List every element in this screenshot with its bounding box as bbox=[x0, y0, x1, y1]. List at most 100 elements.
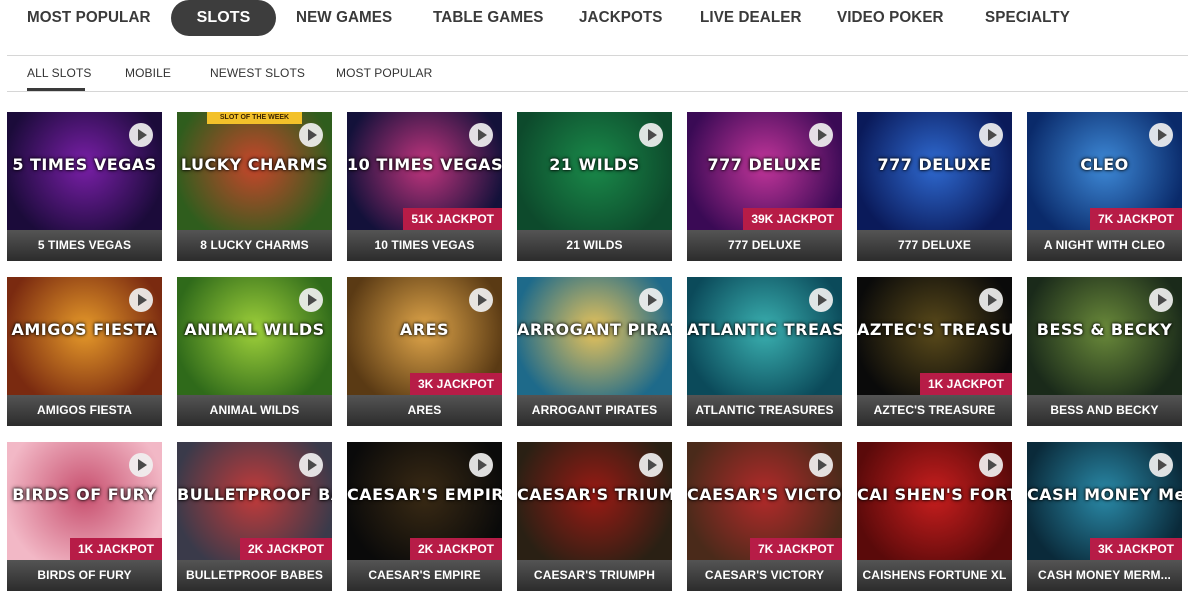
game-thumbnail[interactable]: 21 WILDS bbox=[517, 112, 672, 230]
game-tile[interactable]: CAESAR'S TRIUMPH CAESAR'S TRIUMPH bbox=[517, 442, 672, 591]
game-tile[interactable]: CASH MONEY Mermaids 3K JACKPOTCASH MONEY … bbox=[1027, 442, 1182, 591]
game-tile[interactable]: AZTEC'S TREASURE1K JACKPOTAZTEC'S TREASU… bbox=[857, 277, 1012, 426]
game-thumbnail[interactable]: AZTEC'S TREASURE 1K JACKPOT bbox=[857, 277, 1012, 395]
game-thumbnail[interactable]: 777 DELUXE 39K JACKPOT bbox=[687, 112, 842, 230]
game-tile[interactable]: 777 DELUXE 39K JACKPOT 777 DELUXE bbox=[687, 112, 842, 261]
subtab-newest-slots[interactable]: NEWEST SLOTS bbox=[210, 66, 305, 80]
game-thumbnail[interactable]: BESS & BECKY bbox=[1027, 277, 1182, 395]
tab-new-games[interactable]: NEW GAMES bbox=[296, 0, 392, 36]
game-title[interactable]: ANIMAL WILDS bbox=[177, 395, 332, 426]
game-logo-art: AMIGOS FIESTA bbox=[11, 320, 158, 339]
game-title[interactable]: BESS AND BECKY bbox=[1027, 395, 1182, 426]
game-thumbnail[interactable]: 5 TIMES VEGAS bbox=[7, 112, 162, 230]
game-title[interactable]: BULLETPROOF BABES bbox=[177, 560, 332, 591]
game-title[interactable]: BIRDS OF FURY bbox=[7, 560, 162, 591]
game-thumbnail[interactable]: ANIMAL WILDS bbox=[177, 277, 332, 395]
game-thumbnail[interactable]: BIRDS OF FURY 1K JACKPOT bbox=[7, 442, 162, 560]
game-thumbnail[interactable]: CAESAR'S TRIUMPH bbox=[517, 442, 672, 560]
game-tile[interactable]: 777 DELUXE 777 DELUXE bbox=[857, 112, 1012, 261]
game-thumbnail[interactable]: CAESAR'S EMPIRE 2K JACKPOT bbox=[347, 442, 502, 560]
game-title[interactable]: 777 DELUXE bbox=[687, 230, 842, 261]
tab-video-poker[interactable]: VIDEO POKER bbox=[837, 0, 944, 36]
play-icon[interactable] bbox=[639, 453, 663, 477]
game-thumbnail[interactable]: ARROGANT PIRATES bbox=[517, 277, 672, 395]
play-icon[interactable] bbox=[1149, 123, 1173, 147]
game-tile[interactable]: ANIMAL WILDS ANIMAL WILDS bbox=[177, 277, 332, 426]
play-icon[interactable] bbox=[809, 288, 833, 312]
game-title[interactable]: 21 WILDS bbox=[517, 230, 672, 261]
game-title[interactable]: ATLANTIC TREASURES bbox=[687, 395, 842, 426]
game-tile[interactable]: CLEO 7K JACKPOT A NIGHT WITH CLEO bbox=[1027, 112, 1182, 261]
play-icon[interactable] bbox=[129, 453, 153, 477]
play-icon[interactable] bbox=[469, 288, 493, 312]
play-icon[interactable] bbox=[979, 288, 1003, 312]
play-icon[interactable] bbox=[1149, 453, 1173, 477]
game-thumbnail[interactable]: ARES 3K JACKPOT bbox=[347, 277, 502, 395]
game-thumbnail[interactable]: LUCKY CHARMS SLOT OF THE WEEK bbox=[177, 112, 332, 230]
game-tile[interactable]: ARES 3K JACKPOT ARES bbox=[347, 277, 502, 426]
tab-jackpots[interactable]: JACKPOTS bbox=[579, 0, 663, 36]
game-tile[interactable]: LUCKY CHARMS SLOT OF THE WEEK 8 LUCKY CHAR… bbox=[177, 112, 332, 261]
game-tile[interactable]: 21 WILDS 21 WILDS bbox=[517, 112, 672, 261]
play-icon[interactable] bbox=[1149, 288, 1173, 312]
game-title[interactable]: CAESAR'S VICTORY bbox=[687, 560, 842, 591]
game-thumbnail[interactable]: ATLANTIC TREASURES bbox=[687, 277, 842, 395]
play-icon[interactable] bbox=[979, 453, 1003, 477]
tab-most-popular[interactable]: MOST POPULAR bbox=[27, 0, 151, 36]
game-tile[interactable]: BIRDS OF FURY 1K JACKPOT BIRDS OF FURY bbox=[7, 442, 162, 591]
play-icon[interactable] bbox=[129, 288, 153, 312]
game-thumbnail[interactable]: 10 TIMES VEGAS 51K JACKPOT bbox=[347, 112, 502, 230]
game-tile[interactable]: CAESAR'S VICTORY7K JACKPOTCAESAR'S VICTO… bbox=[687, 442, 842, 591]
subtab-all-slots[interactable]: ALL SLOTS bbox=[27, 66, 92, 80]
game-tile[interactable]: CAESAR'S EMPIRE 2K JACKPOT CAESAR'S EMPIRE bbox=[347, 442, 502, 591]
game-thumbnail[interactable]: CAESAR'S VICTORY 7K JACKPOT bbox=[687, 442, 842, 560]
game-thumbnail[interactable]: CAI SHEN'S FORTUNE bbox=[857, 442, 1012, 560]
game-title[interactable]: 777 DELUXE bbox=[857, 230, 1012, 261]
play-icon[interactable] bbox=[809, 123, 833, 147]
tab-slots[interactable]: SLOTS bbox=[171, 0, 276, 36]
play-icon[interactable] bbox=[299, 123, 323, 147]
play-icon[interactable] bbox=[129, 123, 153, 147]
game-title[interactable]: ARES bbox=[347, 395, 502, 426]
game-tile[interactable]: BESS & BECKY BESS AND BECKY bbox=[1027, 277, 1182, 426]
game-title[interactable]: AMIGOS FIESTA bbox=[7, 395, 162, 426]
game-tile[interactable]: 5 TIMES VEGAS 5 TIMES VEGAS bbox=[7, 112, 162, 261]
game-title[interactable]: AZTEC'S TREASURE bbox=[857, 395, 1012, 426]
game-title[interactable]: CASH MONEY MERM... bbox=[1027, 560, 1182, 591]
game-tile[interactable]: CAI SHEN'S FORTUNE CAISHENS FORTUNE XL bbox=[857, 442, 1012, 591]
game-tile[interactable]: 10 TIMES VEGAS 51K JACKPOT 10 TIMES VEGAS bbox=[347, 112, 502, 261]
game-thumbnail[interactable]: CASH MONEY Mermaids 3K JACKPOT bbox=[1027, 442, 1182, 560]
jackpot-badge: 39K JACKPOT bbox=[743, 208, 842, 230]
game-title[interactable]: 8 LUCKY CHARMS bbox=[177, 230, 332, 261]
game-thumbnail[interactable]: AMIGOS FIESTA bbox=[7, 277, 162, 395]
game-tile[interactable]: BULLETPROOF BABES2K JACKPOTBULLETPROOF B… bbox=[177, 442, 332, 591]
play-icon[interactable] bbox=[299, 288, 323, 312]
subtab-most-popular[interactable]: MOST POPULAR bbox=[336, 66, 432, 80]
play-icon[interactable] bbox=[469, 453, 493, 477]
tab-live-dealer[interactable]: LIVE DEALER bbox=[700, 0, 802, 36]
game-thumbnail[interactable]: 777 DELUXE bbox=[857, 112, 1012, 230]
game-tile[interactable]: AMIGOS FIESTA AMIGOS FIESTA bbox=[7, 277, 162, 426]
play-icon[interactable] bbox=[639, 288, 663, 312]
game-thumbnail[interactable]: BULLETPROOF BABES 2K JACKPOT bbox=[177, 442, 332, 560]
play-icon[interactable] bbox=[809, 453, 833, 477]
game-thumbnail[interactable]: CLEO 7K JACKPOT bbox=[1027, 112, 1182, 230]
play-icon[interactable] bbox=[979, 123, 1003, 147]
game-logo-art: CASH MONEY Mermaids bbox=[1027, 485, 1182, 504]
game-tile[interactable]: ATLANTIC TREASURES ATLANTIC TREASURES bbox=[687, 277, 842, 426]
tab-specialty[interactable]: SPECIALTY bbox=[985, 0, 1070, 36]
play-icon[interactable] bbox=[639, 123, 663, 147]
game-title[interactable]: 10 TIMES VEGAS bbox=[347, 230, 502, 261]
game-title[interactable]: ARROGANT PIRATES bbox=[517, 395, 672, 426]
game-title[interactable]: A NIGHT WITH CLEO bbox=[1027, 230, 1182, 261]
game-title[interactable]: CAESAR'S EMPIRE bbox=[347, 560, 502, 591]
subtab-mobile[interactable]: MOBILE bbox=[125, 66, 171, 80]
game-title[interactable]: CAESAR'S TRIUMPH bbox=[517, 560, 672, 591]
game-title[interactable]: CAISHENS FORTUNE XL bbox=[857, 560, 1012, 591]
game-logo-art: BESS & BECKY bbox=[1036, 320, 1173, 339]
tab-table-games[interactable]: TABLE GAMES bbox=[433, 0, 544, 36]
game-title[interactable]: 5 TIMES VEGAS bbox=[7, 230, 162, 261]
game-tile[interactable]: ARROGANT PIRATES ARROGANT PIRATES bbox=[517, 277, 672, 426]
play-icon[interactable] bbox=[299, 453, 323, 477]
play-icon[interactable] bbox=[469, 123, 493, 147]
